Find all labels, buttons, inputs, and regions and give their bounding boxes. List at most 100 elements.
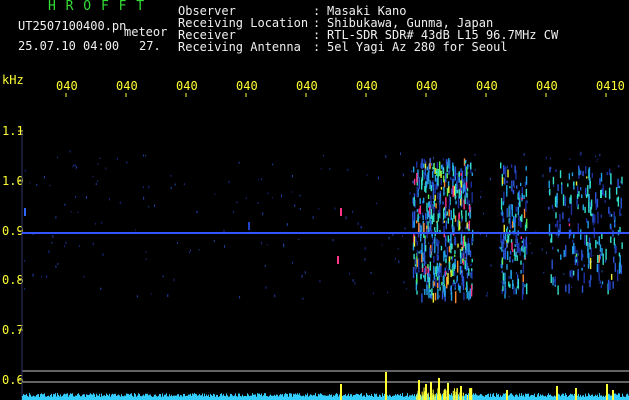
level-bar: [27, 395, 28, 400]
noise-speck: [480, 191, 482, 193]
echo-streak: [575, 181, 578, 186]
echo-streak: [453, 264, 455, 271]
level-bar: [190, 393, 191, 400]
noise-speck: [588, 280, 590, 284]
noise-speck: [142, 154, 144, 157]
echo-streak: [598, 263, 600, 274]
echo-streak: [443, 272, 446, 277]
level-bar: [534, 393, 535, 400]
noise-speck: [57, 263, 59, 265]
echo-streak: [466, 192, 468, 198]
level-bar: [458, 394, 459, 400]
noise-speck: [32, 233, 34, 235]
echo-streak: [454, 236, 456, 245]
noise-speck: [592, 254, 594, 257]
echo-streak: [514, 165, 516, 174]
echo-ping: [24, 208, 26, 216]
level-bar: [200, 395, 201, 400]
level-bar: [139, 393, 140, 400]
noise-speck: [349, 272, 351, 275]
noise-speck: [223, 229, 225, 232]
level-bar: [282, 393, 283, 400]
level-bar: [163, 396, 164, 400]
echo-streak: [551, 259, 553, 270]
level-bar: [593, 396, 594, 400]
level-bar: [615, 393, 616, 400]
noise-speck: [108, 198, 110, 201]
level-bar: [531, 394, 532, 400]
echo-streak: [442, 167, 445, 174]
level-bar: [222, 395, 223, 400]
level-bar: [541, 395, 542, 400]
noise-speck: [83, 276, 85, 278]
level-spike: [443, 390, 445, 400]
level-bar: [260, 394, 261, 400]
level-bar: [303, 395, 304, 400]
echo-ping: [600, 190, 602, 198]
level-bar: [296, 394, 297, 400]
level-bar: [276, 394, 277, 400]
level-bar: [259, 393, 260, 400]
echo-streak: [446, 246, 449, 257]
level-bar: [127, 393, 128, 400]
level-bar: [181, 395, 182, 400]
level-bar: [35, 396, 36, 400]
echo-streak: [418, 222, 420, 234]
noise-speck: [332, 238, 334, 242]
noise-speck: [523, 153, 525, 156]
level-bar: [205, 396, 206, 400]
echo-streak: [434, 184, 436, 194]
echo-streak: [596, 264, 599, 273]
noise-speck: [135, 229, 137, 231]
echo-streak: [418, 177, 420, 190]
level-bar: [211, 395, 212, 400]
echo-streak: [516, 255, 518, 261]
noise-speck: [148, 205, 150, 208]
level-bar: [572, 394, 573, 400]
level-bar: [170, 396, 171, 400]
noise-speck: [385, 155, 387, 158]
level-bar: [244, 395, 245, 400]
level-spike: [421, 391, 423, 400]
level-bar: [28, 396, 29, 400]
level-bar: [478, 395, 479, 400]
echo-streak: [501, 177, 504, 185]
echo-streak: [621, 242, 623, 249]
echo-streak: [445, 172, 447, 183]
echo-streak: [615, 245, 617, 253]
echo-streak: [602, 184, 604, 196]
noise-speck: [55, 265, 57, 268]
level-bar: [339, 394, 340, 400]
level-bar: [25, 395, 26, 400]
noise-speck: [545, 156, 547, 160]
level-bar: [504, 393, 505, 400]
level-bar: [183, 393, 184, 400]
level-bar: [519, 393, 520, 400]
level-bar: [356, 393, 357, 400]
echo-streak: [600, 284, 603, 289]
echo-streak: [463, 252, 465, 260]
echo-streak: [513, 215, 515, 227]
echo-streak: [550, 238, 552, 243]
echo-streak: [613, 222, 616, 226]
level-bar: [154, 394, 155, 400]
level-bar: [234, 395, 235, 400]
echo-streak: [432, 293, 435, 303]
echo-streak: [455, 280, 458, 284]
level-bar: [322, 394, 323, 400]
noise-speck: [444, 192, 446, 195]
noise-speck: [329, 168, 331, 170]
level-bar: [44, 393, 45, 400]
noise-speck: [95, 183, 97, 185]
echo-streak: [421, 293, 423, 303]
level-bar: [382, 393, 383, 400]
echo-streak: [460, 168, 462, 173]
echo-streak: [570, 203, 573, 215]
echo-streak: [555, 169, 557, 173]
echo-streak: [453, 271, 456, 276]
echo-streak: [453, 214, 455, 219]
echo-streak: [459, 249, 462, 258]
level-bar: [338, 396, 339, 400]
noise-speck: [75, 166, 77, 169]
noise-speck: [376, 202, 378, 205]
